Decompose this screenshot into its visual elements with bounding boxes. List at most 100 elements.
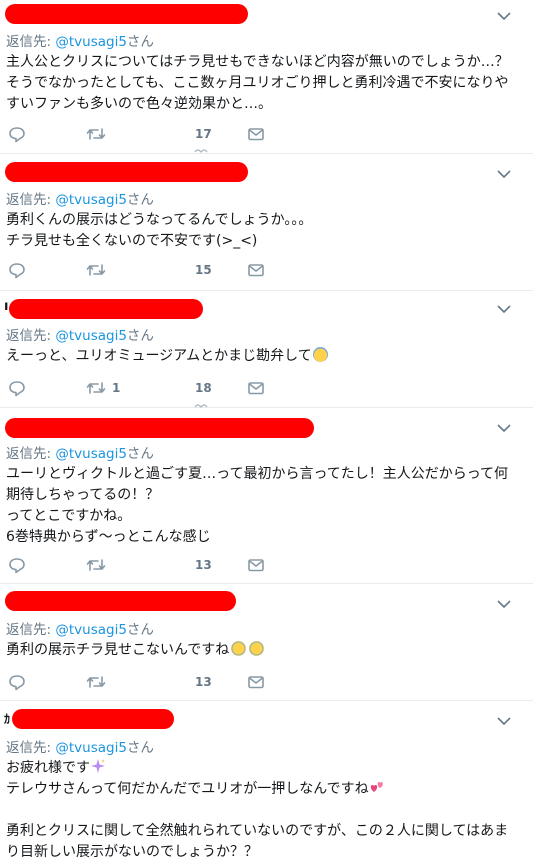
reply-button[interactable] bbox=[8, 672, 26, 692]
tweet-text-line: 勇利の展示チラ見せこないんですね bbox=[6, 640, 526, 661]
tweet-text: ユーリとヴィクトルと過ごす夏…って最初から言ってたし！主人公だからって何 期待し… bbox=[6, 466, 509, 545]
laughing-tears-emoji bbox=[249, 641, 265, 656]
tweet-text: 勇利くんの展示はどうなってるんでしょうか。。。 チラ見せも全くないので不安です(… bbox=[6, 212, 313, 249]
tweet-actions: 13 bbox=[0, 555, 533, 575]
reply-to-line: 返信先: @tvusagi5さん bbox=[6, 736, 154, 756]
envelope-icon bbox=[248, 676, 264, 689]
reply-to-label: 返信先: bbox=[6, 34, 52, 50]
chevron-down-icon[interactable] bbox=[497, 717, 511, 726]
reply-to-suffix: さん bbox=[126, 328, 154, 344]
envelope-icon bbox=[248, 559, 264, 572]
envelope-icon bbox=[248, 264, 264, 277]
reply-tweet[interactable]: 返信先: @tvusagi5さん 主人公とクリスについてはチラ見せもできないほど… bbox=[0, 0, 533, 154]
reply-tweet[interactable]: 返信先: @tvusagi5さん ユーリとヴィクトルと過ごす夏…って最初から言っ… bbox=[0, 408, 533, 584]
redacted-username bbox=[9, 299, 203, 319]
reply-handle-link[interactable]: @tvusagi5 bbox=[55, 740, 127, 756]
sweat-face-emoji bbox=[312, 347, 328, 362]
reply-tweet[interactable]: ı 返信先: @tvusagi5さん えーっと、ユリオミュージアムとかまじ勘弁し… bbox=[0, 291, 533, 408]
reply-handle-link[interactable]: @tvusagi5 bbox=[55, 34, 127, 50]
laughing-tears-emoji bbox=[231, 641, 247, 656]
redacted-username bbox=[5, 418, 314, 438]
redacted-username bbox=[5, 591, 236, 611]
reply-icon bbox=[9, 263, 25, 279]
reply-to-suffix: さん bbox=[126, 192, 154, 208]
reply-to-label: 返信先: bbox=[6, 192, 52, 208]
chevron-down-icon[interactable] bbox=[497, 600, 511, 609]
like-count[interactable]: 15 bbox=[195, 263, 212, 277]
reply-tweet[interactable]: 返信先: @tvusagi5さん 勇利の展示チラ見せこないんですね 13 bbox=[0, 584, 533, 701]
reply-icon bbox=[9, 558, 25, 574]
retweet-button[interactable] bbox=[86, 124, 106, 144]
dm-button[interactable] bbox=[247, 555, 265, 575]
reply-to-line: 返信先: @tvusagi5さん bbox=[6, 324, 154, 344]
tweet-actions: 15 bbox=[0, 260, 533, 280]
reply-handle-link[interactable]: @tvusagi5 bbox=[55, 328, 127, 344]
reply-to-suffix: さん bbox=[126, 34, 154, 50]
tweet-text: 勇利とクリスに関して全然触れられていないのですが、この２人に関してはあま り目新… bbox=[6, 823, 509, 860]
tweet-text: えーっと、ユリオミュージアムとかまじ勘弁して bbox=[6, 348, 312, 364]
reply-icon bbox=[9, 381, 25, 397]
like-count[interactable]: 13 bbox=[195, 675, 212, 689]
retweet-icon bbox=[86, 559, 106, 571]
chevron-down-icon[interactable] bbox=[497, 12, 511, 21]
dm-button[interactable] bbox=[247, 124, 265, 144]
like-count[interactable]: 13 bbox=[195, 558, 212, 572]
reply-to-label: 返信先: bbox=[6, 446, 52, 462]
tweet-text-line: えーっと、ユリオミュージアムとかまじ勘弁して bbox=[6, 346, 526, 367]
dm-button[interactable] bbox=[247, 260, 265, 280]
dm-button[interactable] bbox=[247, 672, 265, 692]
retweet-button[interactable]: 1 bbox=[86, 378, 120, 398]
reply-tweet[interactable]: ｶ 返信先: @tvusagi5さん お疲れ様です テレウサさんって何だかんだで… bbox=[0, 701, 533, 860]
redacted-username bbox=[12, 709, 174, 729]
tweet-actions: 17 bbox=[0, 124, 533, 144]
reply-button[interactable] bbox=[8, 378, 26, 398]
reply-to-label: 返信先: bbox=[6, 328, 52, 344]
like-count[interactable]: 17 bbox=[195, 127, 212, 141]
reply-to-line: 返信先: @tvusagi5さん bbox=[6, 30, 154, 50]
chevron-down-icon[interactable] bbox=[497, 170, 511, 179]
retweet-icon bbox=[86, 128, 106, 140]
tweet-actions: 1 18 bbox=[0, 378, 533, 398]
chevron-down-icon[interactable] bbox=[497, 424, 511, 433]
envelope-icon bbox=[248, 128, 264, 141]
reply-to-suffix: さん bbox=[126, 446, 154, 462]
two-hearts-emoji bbox=[370, 782, 383, 792]
retweet-button[interactable] bbox=[86, 672, 106, 692]
tweet-text: テレウサさんって何だかんだでユリオが一押しなんですね bbox=[6, 781, 369, 797]
envelope-icon bbox=[248, 382, 264, 395]
retweet-icon bbox=[86, 676, 106, 688]
reply-icon bbox=[9, 127, 25, 143]
tweet-text-line: お疲れ様です bbox=[6, 758, 526, 779]
reply-to-suffix: さん bbox=[126, 622, 154, 638]
redacted-username bbox=[5, 4, 248, 24]
reply-tweet[interactable]: 返信先: @tvusagi5さん 勇利くんの展示はどうなってるんでしょうか。。。… bbox=[0, 154, 533, 291]
tweet-text: 主人公とクリスについてはチラ見せもできないほど内容が無いのでしょうか…？ そうで… bbox=[6, 54, 509, 112]
reply-to-line: 返信先: @tvusagi5さん bbox=[6, 618, 154, 638]
reply-to-line: 返信先: @tvusagi5さん bbox=[6, 188, 154, 208]
reply-to-line: 返信先: @tvusagi5さん bbox=[6, 442, 154, 462]
retweet-count: 1 bbox=[112, 381, 121, 395]
tweet-text: お疲れ様です bbox=[6, 760, 90, 776]
retweet-icon bbox=[86, 382, 106, 394]
sparkles-emoji bbox=[91, 759, 105, 773]
dm-button[interactable] bbox=[247, 378, 265, 398]
retweet-icon bbox=[86, 264, 106, 276]
like-count[interactable]: 18 bbox=[195, 381, 212, 395]
retweet-button[interactable] bbox=[86, 555, 106, 575]
reply-button[interactable] bbox=[8, 124, 26, 144]
tweet-actions: 13 bbox=[0, 672, 533, 692]
retweet-button[interactable] bbox=[86, 260, 106, 280]
redacted-username bbox=[5, 162, 248, 182]
reply-icon bbox=[9, 675, 25, 691]
reply-button[interactable] bbox=[8, 555, 26, 575]
reply-button[interactable] bbox=[8, 260, 26, 280]
reply-handle-link[interactable]: @tvusagi5 bbox=[55, 446, 127, 462]
username-fragment: ｶ bbox=[4, 712, 11, 726]
chevron-down-icon[interactable] bbox=[497, 305, 511, 314]
reply-handle-link[interactable]: @tvusagi5 bbox=[55, 192, 127, 208]
divider-wiggle bbox=[194, 149, 208, 153]
reply-handle-link[interactable]: @tvusagi5 bbox=[55, 622, 127, 638]
username-fragment: ı bbox=[4, 299, 9, 314]
reply-to-label: 返信先: bbox=[6, 622, 52, 638]
tweet-text: 勇利の展示チラ見せこないんですね bbox=[6, 642, 230, 658]
